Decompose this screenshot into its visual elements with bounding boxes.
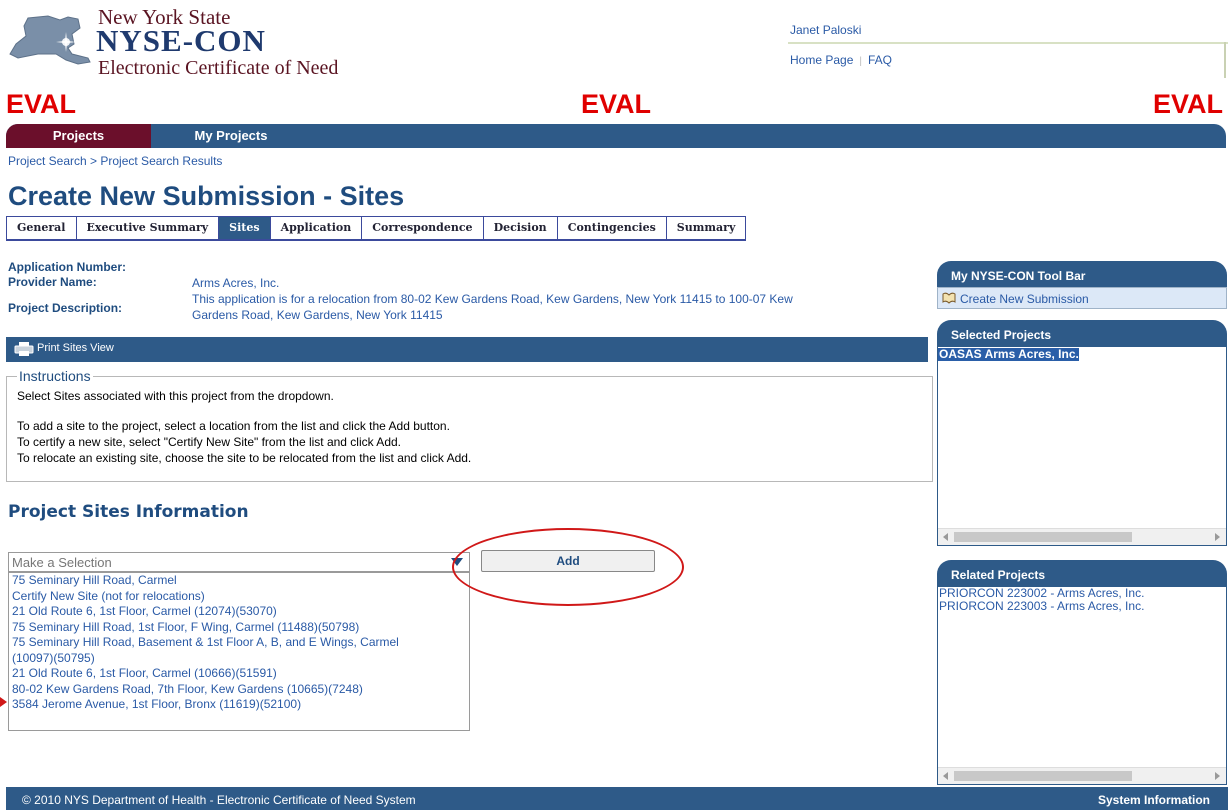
logo-line-3: Electronic Certificate of Need	[98, 57, 339, 79]
site-select[interactable]: Make a Selection	[8, 552, 470, 572]
provider-name-value: Arms Acres, Inc.	[192, 276, 280, 290]
site-option[interactable]: 21 Old Route 6, 1st Floor, Carmel (12074…	[9, 604, 469, 620]
print-sites-view-link[interactable]: Print Sites View	[37, 342, 114, 354]
project-description-label: Project Description:	[8, 301, 123, 315]
scroll-right-icon[interactable]	[1215, 533, 1220, 541]
site-option[interactable]: 75 Seminary Hill Road, Basement & 1st Fl…	[9, 635, 469, 651]
selected-projects-list: OASAS Arms Acres, Inc.	[937, 346, 1227, 546]
site-option[interactable]: 80-02 Kew Gardens Road, 7th Floor, Kew G…	[9, 682, 469, 698]
main-nav: Projects My Projects	[6, 124, 1226, 148]
eval-watermark-center: EVAL	[581, 89, 652, 119]
provider-name-label: Provider Name:	[8, 275, 97, 289]
tab-decision[interactable]: Decision	[482, 216, 557, 241]
scroll-thumb[interactable]	[954, 771, 1132, 781]
link-separator: |	[859, 56, 862, 67]
book-icon	[942, 292, 956, 304]
horizontal-scrollbar[interactable]	[938, 767, 1226, 784]
select-placeholder: Make a Selection	[12, 555, 112, 570]
related-projects-list: PRIORCON 223002 - Arms Acres, Inc. PRIOR…	[937, 586, 1227, 785]
tab-contingencies[interactable]: Contingencies	[556, 216, 666, 241]
tab-summary[interactable]: Summary	[665, 216, 747, 241]
tab-sites[interactable]: Sites	[218, 216, 270, 241]
system-information-link[interactable]: System Information	[1098, 793, 1210, 807]
instructions-line-1: Select Sites associated with this projec…	[17, 389, 334, 403]
selected-project-item[interactable]: OASAS Arms Acres, Inc.	[938, 348, 1079, 361]
footer-copyright: © 2010 NYS Department of Health - Electr…	[22, 793, 416, 807]
site-option[interactable]: 75 Seminary Hill Road, Carmel	[9, 573, 469, 589]
site-option-continued[interactable]: (10097)(50795)	[9, 651, 469, 667]
related-projects-title: Related Projects	[937, 560, 1227, 586]
instructions-line-3: To certify a new site, select "Certify N…	[17, 435, 401, 449]
tab-bar: General Executive Summary Sites Applicat…	[6, 216, 747, 242]
breadcrumb[interactable]: Project Search > Project Search Results	[8, 154, 222, 168]
scroll-left-icon[interactable]	[943, 533, 948, 541]
site-option[interactable]: 21 Old Route 6, 1st Floor, Carmel (10666…	[9, 666, 469, 682]
toolbar-body: Create New Submission	[937, 287, 1227, 309]
red-pointer-arrow-icon	[0, 697, 7, 707]
selected-projects-panel: Selected Projects OASAS Arms Acres, Inc.	[937, 320, 1227, 546]
related-projects-panel: Related Projects PRIORCON 223002 - Arms …	[937, 560, 1227, 785]
user-name: Janet Paloski	[790, 23, 862, 37]
instructions-legend: Instructions	[19, 368, 91, 384]
related-project-item[interactable]: PRIORCON 223003 - Arms Acres, Inc.	[938, 600, 1226, 613]
site-option[interactable]: 75 Seminary Hill Road, 1st Floor, F Wing…	[9, 620, 469, 636]
toolbar-panel: My NYSE-CON Tool Bar Create New Submissi…	[937, 261, 1227, 309]
create-new-submission-link[interactable]: Create New Submission	[960, 292, 1089, 306]
home-page-link[interactable]: Home Page	[790, 53, 853, 67]
nys-map-logo-icon	[9, 15, 91, 65]
instructions-line-4: To relocate an existing site, choose the…	[17, 451, 472, 465]
tab-correspondence[interactable]: Correspondence	[361, 216, 483, 241]
faq-link[interactable]: FAQ	[868, 53, 892, 67]
site-dropdown-list: 75 Seminary Hill Road, Carmel Certify Ne…	[8, 572, 470, 731]
logo-line-2: NYSE-CON	[96, 23, 266, 58]
scroll-right-icon[interactable]	[1215, 772, 1220, 780]
tab-application[interactable]: Application	[269, 216, 362, 241]
red-highlight-ellipse	[452, 528, 684, 606]
header-links: Home Page | FAQ	[790, 53, 892, 67]
project-sites-title: Project Sites Information	[8, 502, 249, 522]
footer: © 2010 NYS Department of Health - Electr…	[6, 787, 1228, 810]
toolbar-title: My NYSE-CON Tool Bar	[937, 261, 1227, 287]
instructions-line-2: To add a site to the project, select a l…	[17, 419, 450, 433]
tab-general[interactable]: General	[6, 216, 76, 241]
scroll-left-icon[interactable]	[943, 772, 948, 780]
project-description-line-1: This application is for a relocation fro…	[192, 292, 793, 306]
scroll-thumb[interactable]	[954, 532, 1132, 542]
selected-projects-title: Selected Projects	[937, 320, 1227, 346]
project-description-line-2: Gardens Road, Kew Gardens, New York 1141…	[192, 308, 443, 322]
eval-watermark-right: EVAL	[1153, 89, 1224, 119]
printer-icon[interactable]	[14, 341, 34, 357]
instructions-box: Instructions Select Sites associated wit…	[6, 368, 933, 482]
nav-projects[interactable]: Projects	[6, 124, 151, 148]
header-divider-vertical	[1224, 42, 1226, 78]
print-bar: Print Sites View	[6, 337, 928, 362]
site-option[interactable]: 3584 Jerome Avenue, 1st Floor, Bronx (11…	[9, 697, 469, 713]
eval-watermark-left: EVAL	[6, 89, 77, 119]
tab-executive-summary[interactable]: Executive Summary	[75, 216, 219, 241]
nav-my-projects[interactable]: My Projects	[171, 124, 291, 148]
horizontal-scrollbar[interactable]	[938, 528, 1226, 545]
header-divider	[788, 42, 1228, 44]
application-number-label: Application Number:	[8, 260, 127, 274]
site-option[interactable]: Certify New Site (not for relocations)	[9, 589, 469, 605]
page-title: Create New Submission - Sites	[8, 181, 405, 211]
